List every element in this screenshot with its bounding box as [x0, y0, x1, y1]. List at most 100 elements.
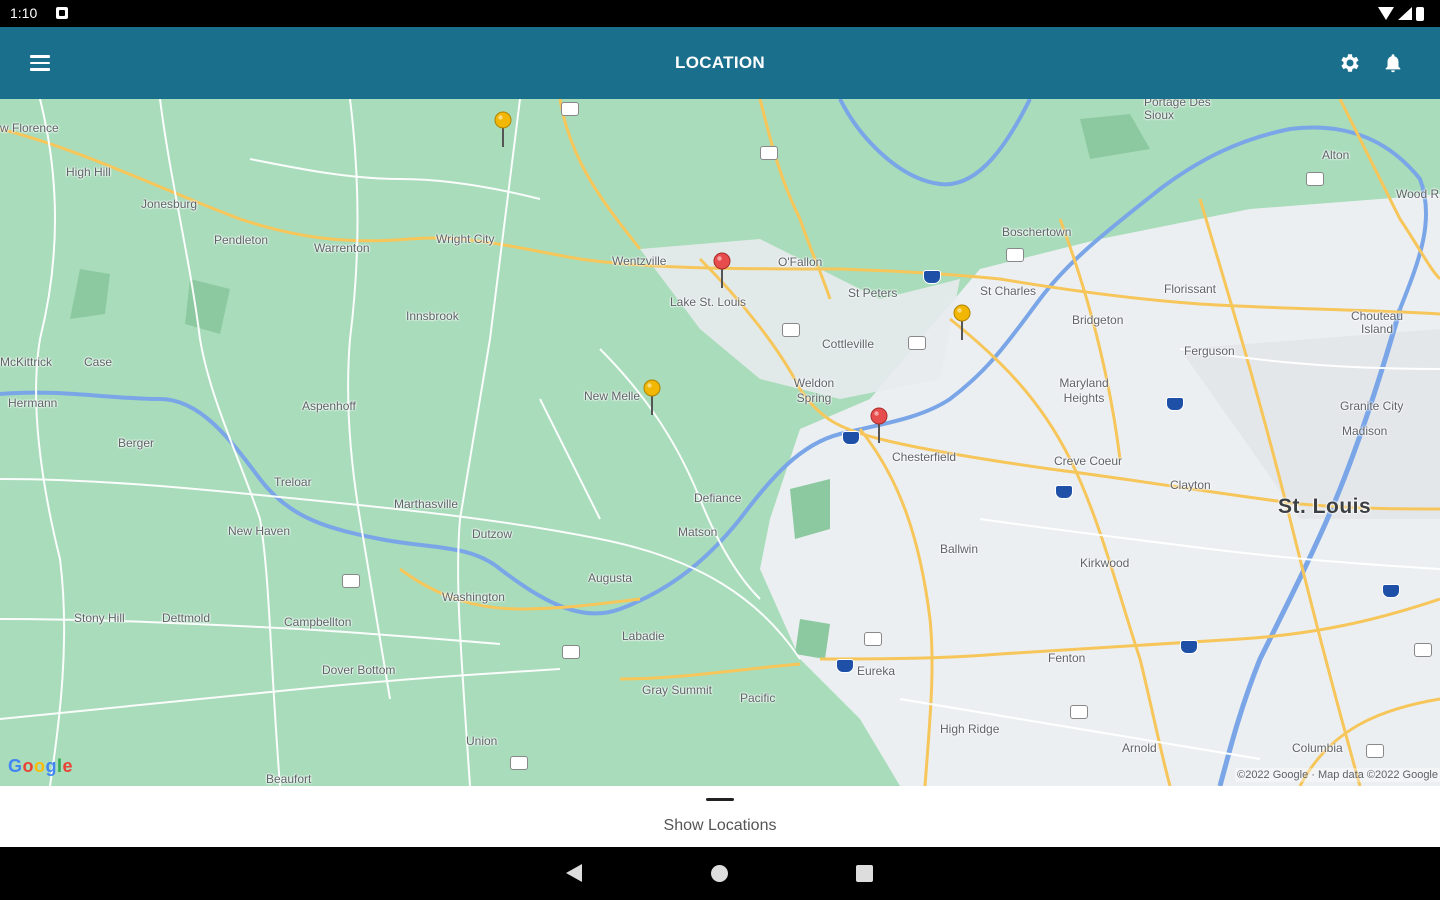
- map-place-label: Portage Des Sioux: [1144, 99, 1211, 122]
- map-place-label: St Charles: [980, 284, 1037, 298]
- location-pin-yellow[interactable]: [494, 111, 512, 151]
- map-place-label: Eureka: [857, 664, 896, 678]
- map-place-label: Ferguson: [1184, 344, 1235, 358]
- interstate-shield: [1166, 397, 1184, 411]
- map-place-label: High Hill: [66, 165, 111, 179]
- map-pin-icon: [953, 304, 971, 340]
- map-place-label: Lake St. Louis: [670, 295, 747, 309]
- map-place-label: Granite City: [1340, 399, 1404, 413]
- bell-icon: [1385, 54, 1401, 73]
- map-place-label: Alton: [1322, 148, 1350, 162]
- battery-icon: [1416, 6, 1424, 21]
- map-place-label: Wentzville: [612, 254, 667, 268]
- map-place-label: High Ridge: [940, 722, 1000, 736]
- map-place-label: Case: [84, 355, 113, 369]
- interstate-shield: [923, 270, 941, 284]
- page-title: LOCATION: [675, 53, 765, 72]
- google-logo[interactable]: Google: [8, 756, 73, 777]
- notifications-button[interactable]: [1373, 43, 1413, 83]
- map-place-label: Matson: [678, 525, 718, 539]
- map-place-label: Wood R: [1396, 187, 1440, 201]
- map-place-label: Clayton: [1170, 478, 1211, 492]
- back-icon[interactable]: [566, 864, 582, 882]
- interstate-shield: [1382, 584, 1400, 598]
- map-place-label: Wright City: [436, 232, 495, 246]
- interstate-shield: [1055, 485, 1073, 499]
- map-place-label: Defiance: [694, 491, 742, 505]
- route-shield: [864, 632, 882, 646]
- bottom-sheet[interactable]: Show Locations: [0, 786, 1440, 847]
- interstate-shield: [836, 659, 854, 673]
- recents-icon[interactable]: [856, 865, 873, 882]
- map-place-label: Innsbrook: [406, 309, 459, 323]
- gear-icon: [1341, 54, 1359, 72]
- route-shield: [1306, 172, 1324, 186]
- location-pin-yellow[interactable]: [953, 304, 971, 344]
- show-locations-button[interactable]: Show Locations: [0, 817, 1440, 835]
- map-place-label: Bridgeton: [1072, 313, 1124, 327]
- map-place-label: Pacific: [740, 691, 776, 705]
- map-place-label: Weldon Spring: [793, 376, 835, 405]
- status-bar: 1:10: [0, 0, 1440, 27]
- notification-icon: [56, 7, 68, 19]
- map-place-label: Creve Coeur: [1054, 454, 1123, 468]
- map-place-label: Kirkwood: [1080, 556, 1130, 570]
- map-place-label: Campbellton: [284, 615, 352, 629]
- interstate-shield: [842, 431, 860, 445]
- map-place-label: Warrenton: [314, 241, 370, 255]
- route-shield: [1366, 744, 1384, 758]
- status-icons: [1378, 5, 1424, 22]
- map-pin-icon: [643, 379, 661, 415]
- map-place-label: Boschertown: [1002, 225, 1072, 239]
- location-pin-red[interactable]: [713, 252, 731, 292]
- map-place-label: Augusta: [588, 571, 633, 585]
- map-attribution[interactable]: ©2022 Google · Map data ©2022 Google: [1235, 768, 1440, 782]
- map-place-label: New Haven: [228, 524, 291, 538]
- map-place-label: O'Fallon: [778, 255, 823, 269]
- map-place-label: Beaufort: [266, 772, 312, 786]
- route-shield: [562, 645, 580, 659]
- settings-button[interactable]: [1330, 43, 1370, 83]
- route-shield: [561, 102, 579, 116]
- interstate-shield: [1180, 640, 1198, 654]
- map-place-label: Union: [466, 734, 498, 748]
- map-place-label: Fenton: [1048, 651, 1086, 665]
- app-bar: LOCATION: [0, 27, 1440, 99]
- map-place-label: McKittrick: [0, 355, 52, 369]
- system-nav-bar: [0, 847, 1440, 900]
- signal-icon: [1398, 7, 1412, 20]
- map-place-label: Hermann: [8, 396, 58, 410]
- map-view[interactable]: w Florence High Hill Jonesburg Pendleton…: [0, 99, 1440, 786]
- map-place-label: w Florence: [0, 121, 59, 135]
- map-place-label: Columbia: [1292, 741, 1343, 755]
- map-place-label: Dettmold: [162, 611, 211, 625]
- map-place-label: Berger: [118, 436, 155, 450]
- route-shield: [1006, 248, 1024, 262]
- map-place-label: Washington: [442, 590, 505, 604]
- map-pin-icon: [494, 111, 512, 147]
- map-place-label: Arnold: [1122, 741, 1157, 755]
- map-place-label: Jonesburg: [141, 197, 198, 211]
- route-shield: [908, 336, 926, 350]
- location-pin-yellow[interactable]: [643, 379, 661, 419]
- map-place-label: New Melle: [584, 389, 641, 403]
- route-shield: [1414, 643, 1432, 657]
- map-place-label: Ballwin: [940, 542, 979, 556]
- map-place-label: Aspenhoff: [302, 399, 356, 413]
- route-shield: [782, 323, 800, 337]
- map-place-label: Labadie: [622, 629, 665, 643]
- location-pin-red[interactable]: [870, 407, 888, 447]
- map-place-label: Chesterfield: [892, 450, 957, 464]
- wifi-icon: [1378, 7, 1394, 20]
- drag-handle[interactable]: [706, 798, 734, 801]
- map-place-label: Chouteau Island: [1350, 309, 1404, 336]
- map-place-label: Marthasville: [394, 497, 459, 511]
- map-place-label: Madison: [1342, 424, 1388, 438]
- map-pin-icon: [713, 252, 731, 288]
- route-shield: [1070, 705, 1088, 719]
- map-pin-icon: [870, 407, 888, 443]
- map-place-label: Florissant: [1164, 282, 1217, 296]
- map-city-label: St. Louis: [1278, 495, 1372, 518]
- route-shield: [510, 756, 528, 770]
- home-icon[interactable]: [711, 865, 728, 882]
